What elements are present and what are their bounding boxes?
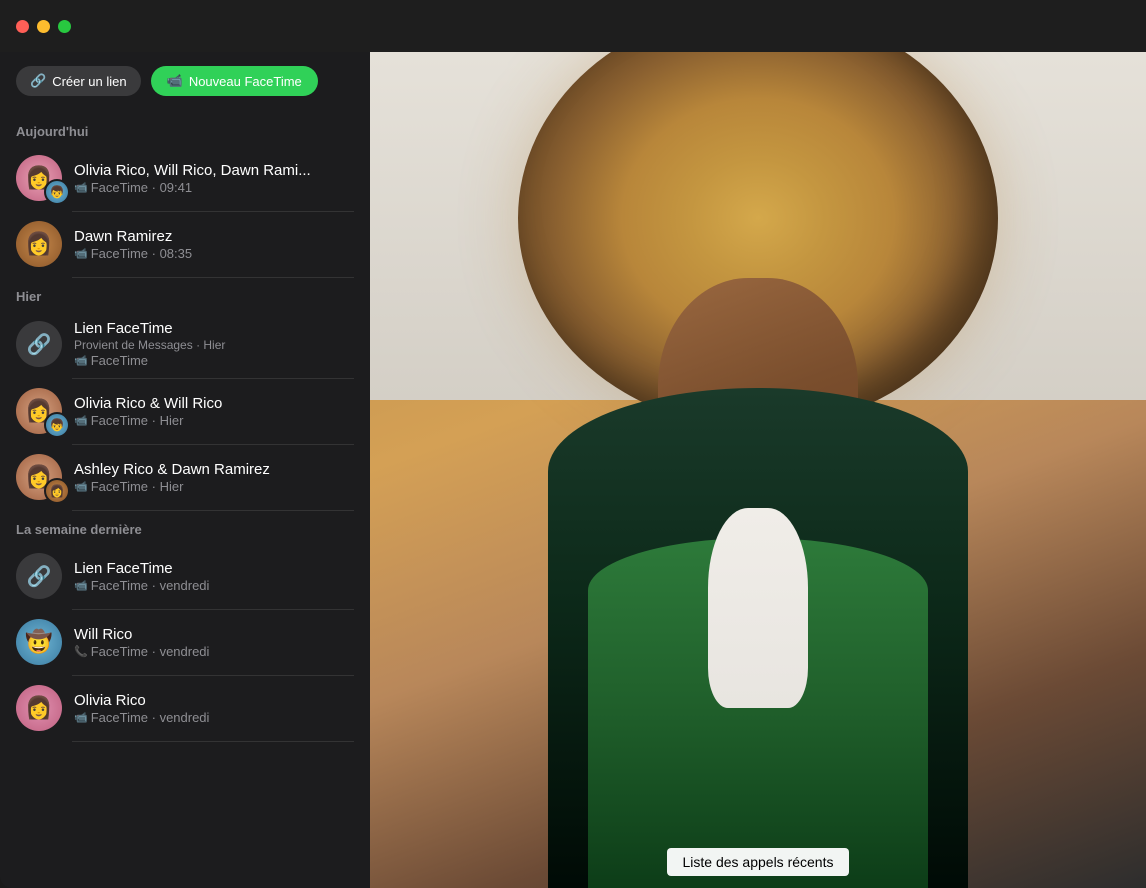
call-detail2-link-hier: Provient de Messages · Hier [74, 338, 354, 352]
video-icon-2: 📹 [74, 247, 88, 260]
call-info-will-vendredi: Will Rico 📞 FaceTime · vendredi [74, 626, 354, 659]
section-header-today: Aujourd'hui [0, 112, 370, 145]
link-avatar-icon-2: 🔗 [16, 553, 62, 599]
call-info-olivia-will: Olivia Rico & Will Rico 📹 FaceTime · Hie… [74, 395, 354, 428]
call-name-link-vendredi: Lien FaceTime [74, 560, 354, 577]
call-info-link-vendredi: Lien FaceTime 📹 FaceTime · vendredi [74, 560, 354, 593]
main-content: Liste des appels récents [370, 0, 1146, 888]
video-icon-7: 📹 [74, 711, 88, 724]
call-detail-will-vendredi: 📞 FaceTime · vendredi [74, 644, 354, 659]
call-info-dawn-today: Dawn Ramirez 📹 FaceTime · 08:35 [74, 228, 354, 261]
video-icon-5: 📹 [74, 480, 88, 493]
call-item-olivia-vendredi[interactable]: 👩 Olivia Rico 📹 FaceTime · vendredi [0, 675, 370, 741]
call-detail-olivia-vendredi: 📹 FaceTime · vendredi [74, 710, 354, 725]
video-icon-3: 📹 [74, 354, 88, 367]
facetime-video [370, 0, 1146, 888]
avatar-dawn-small: 👩 [44, 478, 70, 504]
avatar-group-ashley-dawn: 👩 👩 [16, 454, 62, 500]
call-item-dawn-today[interactable]: 👩 Dawn Ramirez 📹 FaceTime · 08:35 [0, 211, 370, 277]
call-item-group-today[interactable]: 👩 👦 Olivia Rico, Will Rico, Dawn Rami...… [0, 145, 370, 211]
annotation-text: Liste des appels récents [667, 848, 850, 876]
chain-icon: 🔗 [27, 332, 52, 357]
call-name-ashley-dawn: Ashley Rico & Dawn Ramirez [74, 461, 354, 478]
avatar-group-link-hier: 🔗 [16, 321, 62, 367]
avatar-olivia-main: 👩 [16, 685, 62, 731]
call-name-will-vendredi: Will Rico [74, 626, 354, 643]
avatar-dawn: 👩 [16, 221, 62, 267]
call-item-ashley-dawn-hier[interactable]: 👩 👩 Ashley Rico & Dawn Ramirez 📹 FaceTim… [0, 444, 370, 510]
video-icon-6: 📹 [74, 579, 88, 592]
avatar-group-link-vendredi: 🔗 [16, 553, 62, 599]
call-info-ashley-dawn: Ashley Rico & Dawn Ramirez 📹 FaceTime · … [74, 461, 354, 494]
close-button[interactable] [16, 20, 29, 33]
section-header-last-week: La semaine dernière [0, 510, 370, 543]
traffic-lights [16, 20, 71, 33]
app-container: 🔗 Créer un lien 📹 Nouveau FaceTime Aujou… [0, 0, 1146, 888]
link-icon: 🔗 [30, 73, 46, 89]
video-icon-4: 📹 [74, 414, 88, 427]
sidebar: 🔗 Créer un lien 📹 Nouveau FaceTime Aujou… [0, 0, 370, 888]
maximize-button[interactable] [58, 20, 71, 33]
call-detail-ashley-dawn: 📹 FaceTime · Hier [74, 479, 354, 494]
phone-icon-1: 📞 [74, 645, 88, 658]
call-detail-link-hier: 📹 FaceTime [74, 353, 354, 368]
avatar-olivia-vendredi: 👩 [16, 685, 62, 731]
create-link-label: Créer un lien [52, 74, 126, 89]
avatar-group-olivia-will: 👩 👦 [16, 388, 62, 434]
call-list: Aujourd'hui 👩 👦 Olivia Rico, Will Rico, … [0, 112, 370, 888]
call-detail-link-vendredi: 📹 FaceTime · vendredi [74, 578, 354, 593]
call-name-link-hier: Lien FaceTime [74, 320, 354, 337]
video-icon-1: 📹 [74, 181, 88, 194]
call-name-dawn-today: Dawn Ramirez [74, 228, 354, 245]
shirt-collar [708, 508, 808, 708]
chain-icon-2: 🔗 [27, 564, 52, 589]
annotation-container: Liste des appels récents [370, 836, 1146, 888]
call-item-link-hier[interactable]: 🔗 Lien FaceTime Provient de Messages · H… [0, 310, 370, 378]
sidebar-buttons: 🔗 Créer un lien 📹 Nouveau FaceTime [0, 52, 370, 112]
link-avatar-icon: 🔗 [16, 321, 62, 367]
minimize-button[interactable] [37, 20, 50, 33]
call-info-olivia-vendredi: Olivia Rico 📹 FaceTime · vendredi [74, 692, 354, 725]
call-item-link-vendredi[interactable]: 🔗 Lien FaceTime 📹 FaceTime · vendredi [0, 543, 370, 609]
avatar-group-1: 👩 👦 [16, 155, 62, 201]
create-link-button[interactable]: 🔗 Créer un lien [16, 66, 141, 96]
new-facetime-button[interactable]: 📹 Nouveau FaceTime [151, 66, 318, 96]
new-facetime-label: Nouveau FaceTime [189, 74, 302, 89]
avatar-dawn-main: 👩 [16, 221, 62, 267]
call-detail-dawn-today: 📹 FaceTime · 08:35 [74, 246, 354, 261]
call-info-link-hier: Lien FaceTime Provient de Messages · Hie… [74, 320, 354, 368]
avatar-will-vendredi: 🤠 [16, 619, 62, 665]
call-item-olivia-will-hier[interactable]: 👩 👦 Olivia Rico & Will Rico 📹 FaceTime ·… [0, 378, 370, 444]
call-info-group-today: Olivia Rico, Will Rico, Dawn Rami... 📹 F… [74, 162, 354, 195]
call-name-group-today: Olivia Rico, Will Rico, Dawn Rami... [74, 162, 354, 179]
call-item-will-vendredi[interactable]: 🤠 Will Rico 📞 FaceTime · vendredi [0, 609, 370, 675]
call-name-olivia-will: Olivia Rico & Will Rico [74, 395, 354, 412]
avatar-will-hier-small: 👦 [44, 412, 70, 438]
video-camera-icon: 📹 [167, 73, 183, 89]
call-detail-group-today: 📹 FaceTime · 09:41 [74, 180, 354, 195]
avatar-will-small: 👦 [44, 179, 70, 205]
call-name-olivia-vendredi: Olivia Rico [74, 692, 354, 709]
call-detail-olivia-will: 📹 FaceTime · Hier [74, 413, 354, 428]
titlebar [0, 0, 370, 52]
avatar-will-main: 🤠 [16, 619, 62, 665]
section-header-hier: Hier [0, 277, 370, 310]
